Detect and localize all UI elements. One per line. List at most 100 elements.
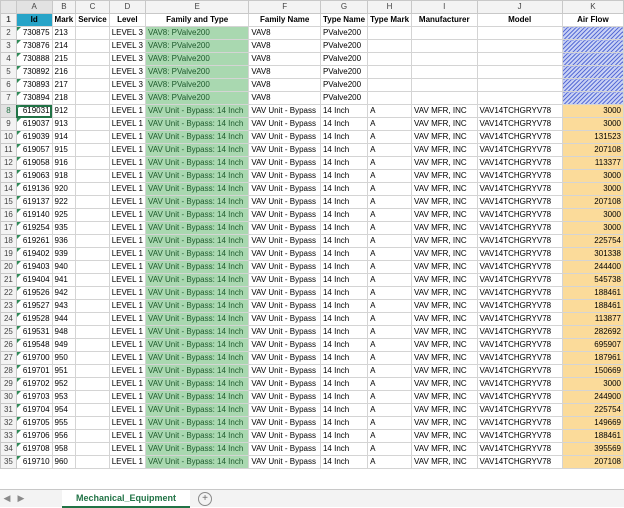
family-name-cell[interactable]: VAV Unit - Bypass: [248, 182, 321, 196]
row-number[interactable]: 8: [0, 104, 17, 118]
family-name-cell[interactable]: VAV Unit - Bypass: [248, 377, 321, 391]
id-cell[interactable]: 619031: [15, 104, 53, 118]
air-flow-cell[interactable]: 207108: [561, 143, 624, 157]
air-flow-cell[interactable]: 188461: [561, 299, 624, 313]
row-number[interactable]: 22: [0, 286, 17, 300]
family-name-cell[interactable]: VAV Unit - Bypass: [248, 442, 321, 456]
model-cell[interactable]: VAV14TCHGRYV78: [476, 104, 563, 118]
family-name-cell[interactable]: VAV Unit - Bypass: [248, 325, 321, 339]
air-flow-cell[interactable]: 207108: [561, 455, 624, 469]
mark-cell[interactable]: 940: [51, 260, 77, 274]
level-cell[interactable]: LEVEL 1: [108, 156, 146, 170]
type-name-cell[interactable]: PValve200: [319, 39, 369, 53]
family-name-cell[interactable]: VAV Unit - Bypass: [248, 234, 321, 248]
mark-cell[interactable]: 953: [51, 390, 77, 404]
level-cell[interactable]: LEVEL 1: [108, 247, 146, 261]
type-mark-cell[interactable]: A: [367, 429, 413, 443]
id-cell[interactable]: 619058: [15, 156, 53, 170]
id-cell[interactable]: 619140: [15, 208, 53, 222]
row-number[interactable]: 11: [0, 143, 17, 157]
service-cell[interactable]: [75, 130, 110, 144]
type-mark-cell[interactable]: A: [367, 104, 413, 118]
manufacturer-cell[interactable]: VAV MFR, INC: [411, 429, 478, 443]
service-cell[interactable]: [75, 390, 110, 404]
row-number[interactable]: 33: [0, 429, 17, 443]
id-cell[interactable]: 619063: [15, 169, 53, 183]
family-name-cell[interactable]: VAV Unit - Bypass: [248, 195, 321, 209]
row-number[interactable]: 14: [0, 182, 17, 196]
mark-cell[interactable]: 960: [51, 455, 77, 469]
family-and-type-cell[interactable]: VAV Unit - Bypass: 14 Inch: [144, 182, 250, 196]
family-name-cell[interactable]: VAV Unit - Bypass: [248, 208, 321, 222]
service-cell[interactable]: [75, 117, 110, 131]
model-cell[interactable]: VAV14TCHGRYV78: [476, 403, 563, 417]
row-number[interactable]: 3: [0, 39, 17, 53]
level-cell[interactable]: LEVEL 1: [108, 130, 146, 144]
header-service[interactable]: Service: [75, 13, 110, 27]
family-and-type-cell[interactable]: VAV Unit - Bypass: 14 Inch: [144, 403, 250, 417]
sheet-tab-mechanical-equipment[interactable]: Mechanical_Equipment: [62, 489, 191, 508]
row-number[interactable]: 32: [0, 416, 17, 430]
type-mark-cell[interactable]: [367, 26, 413, 40]
family-and-type-cell[interactable]: VAV Unit - Bypass: 14 Inch: [144, 416, 250, 430]
mark-cell[interactable]: 936: [51, 234, 77, 248]
model-cell[interactable]: VAV14TCHGRYV78: [476, 416, 563, 430]
family-and-type-cell[interactable]: VAV Unit - Bypass: 14 Inch: [144, 299, 250, 313]
model-cell[interactable]: VAV14TCHGRYV78: [476, 455, 563, 469]
row-number[interactable]: 10: [0, 130, 17, 144]
family-name-cell[interactable]: VAV Unit - Bypass: [248, 260, 321, 274]
air-flow-cell[interactable]: 225754: [561, 234, 624, 248]
type-name-cell[interactable]: 14 Inch: [319, 416, 369, 430]
header-manufacturer[interactable]: Manufacturer: [411, 13, 478, 27]
header-type-name[interactable]: Type Name: [319, 13, 369, 27]
service-cell[interactable]: [75, 234, 110, 248]
manufacturer-cell[interactable]: VAV MFR, INC: [411, 169, 478, 183]
model-cell[interactable]: VAV14TCHGRYV78: [476, 234, 563, 248]
service-cell[interactable]: [75, 52, 110, 66]
type-mark-cell[interactable]: [367, 39, 413, 53]
type-name-cell[interactable]: 14 Inch: [319, 247, 369, 261]
mark-cell[interactable]: 944: [51, 312, 77, 326]
family-and-type-cell[interactable]: VAV Unit - Bypass: 14 Inch: [144, 390, 250, 404]
family-and-type-cell[interactable]: VAV8: PValve200: [144, 65, 250, 79]
service-cell[interactable]: [75, 195, 110, 209]
service-cell[interactable]: [75, 169, 110, 183]
model-cell[interactable]: VAV14TCHGRYV78: [476, 299, 563, 313]
service-cell[interactable]: [75, 65, 110, 79]
model-cell[interactable]: VAV14TCHGRYV78: [476, 429, 563, 443]
type-mark-cell[interactable]: [367, 52, 413, 66]
column-letter-H[interactable]: H: [367, 0, 413, 14]
manufacturer-cell[interactable]: VAV MFR, INC: [411, 351, 478, 365]
level-cell[interactable]: LEVEL 1: [108, 273, 146, 287]
manufacturer-cell[interactable]: VAV MFR, INC: [411, 260, 478, 274]
row-number[interactable]: 19: [0, 247, 17, 261]
mark-cell[interactable]: 941: [51, 273, 77, 287]
manufacturer-cell[interactable]: VAV MFR, INC: [411, 182, 478, 196]
family-and-type-cell[interactable]: VAV Unit - Bypass: 14 Inch: [144, 364, 250, 378]
manufacturer-cell[interactable]: VAV MFR, INC: [411, 221, 478, 235]
type-name-cell[interactable]: 14 Inch: [319, 390, 369, 404]
level-cell[interactable]: LEVEL 1: [108, 377, 146, 391]
row-number[interactable]: 1: [0, 13, 17, 27]
air-flow-cell[interactable]: 695907: [561, 338, 624, 352]
type-name-cell[interactable]: 14 Inch: [319, 143, 369, 157]
id-cell[interactable]: 619710: [15, 455, 53, 469]
model-cell[interactable]: VAV14TCHGRYV78: [476, 195, 563, 209]
air-flow-cell[interactable]: 131523: [561, 130, 624, 144]
row-number[interactable]: 23: [0, 299, 17, 313]
id-cell[interactable]: 619706: [15, 429, 53, 443]
family-name-cell[interactable]: VAV Unit - Bypass: [248, 247, 321, 261]
id-cell[interactable]: 730888: [15, 52, 53, 66]
manufacturer-cell[interactable]: VAV MFR, INC: [411, 286, 478, 300]
air-flow-cell[interactable]: 225754: [561, 403, 624, 417]
air-flow-cell[interactable]: 395569: [561, 442, 624, 456]
service-cell[interactable]: [75, 247, 110, 261]
service-cell[interactable]: [75, 338, 110, 352]
air-flow-cell[interactable]: 301338: [561, 247, 624, 261]
air-flow-cell[interactable]: 3000: [561, 208, 624, 222]
header-family-and-type[interactable]: Family and Type: [144, 13, 250, 27]
type-name-cell[interactable]: PValve200: [319, 78, 369, 92]
id-cell[interactable]: 619403: [15, 260, 53, 274]
family-and-type-cell[interactable]: VAV Unit - Bypass: 14 Inch: [144, 195, 250, 209]
type-name-cell[interactable]: 14 Inch: [319, 286, 369, 300]
